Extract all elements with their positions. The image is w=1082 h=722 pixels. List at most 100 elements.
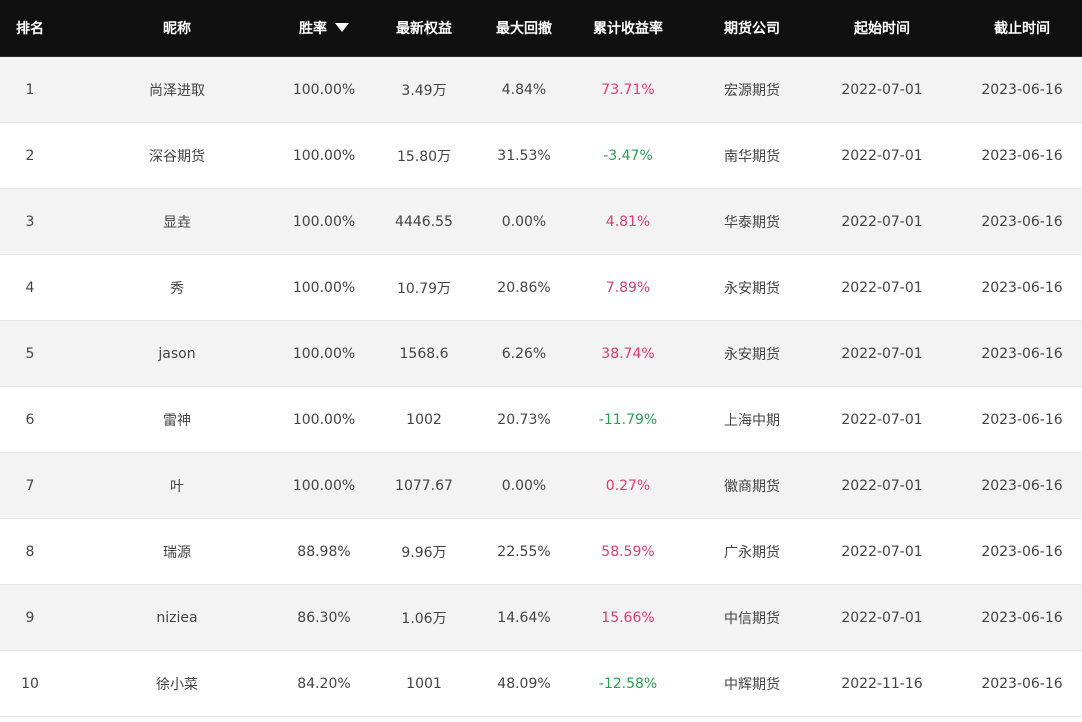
- cell-cumulative-return: 0.27%: [605, 477, 651, 494]
- cell-win-rate: 84.20%: [297, 675, 351, 692]
- cell-win-rate: 100.00%: [292, 411, 356, 428]
- cell-broker: 永安期货: [724, 346, 780, 363]
- cell-end-time: 2023-06-16: [981, 543, 1063, 560]
- cell-cumulative-return: -12.58%: [598, 675, 658, 692]
- cell-cumulative-return: 73.71%: [601, 81, 655, 98]
- cell-nickname[interactable]: 雷神: [60, 410, 294, 430]
- header-equity[interactable]: 最新权益: [354, 18, 494, 38]
- header-broker-label: 期货公司: [724, 21, 780, 37]
- cell-rank: 7: [25, 477, 35, 494]
- cell-rank: 1: [25, 81, 35, 98]
- cell-equity: 4446.55: [395, 213, 453, 230]
- cell-win-rate: 100.00%: [292, 477, 356, 494]
- cell-start-time: 2022-07-01: [841, 213, 923, 230]
- table-row[interactable]: 10 徐小菜 84.20% 1001 48.09% -12.58% 中辉期货 2…: [0, 651, 1082, 717]
- cell-cumulative-return: 4.81%: [605, 213, 651, 230]
- cell-equity: 3.49万: [401, 82, 447, 99]
- table-row[interactable]: 6 雷神 100.00% 1002 20.73% -11.79% 上海中期 20…: [0, 387, 1082, 453]
- cell-cumulative-return: -11.79%: [598, 411, 658, 428]
- cell-end-time: 2023-06-16: [981, 477, 1063, 494]
- cell-start-time: 2022-07-01: [841, 477, 923, 494]
- table-body: 1 尚泽进取 100.00% 3.49万 4.84% 73.71% 宏源期货 2…: [0, 57, 1082, 717]
- cell-broker: 永安期货: [724, 280, 780, 297]
- table-row[interactable]: 2 深谷期货 100.00% 15.80万 31.53% -3.47% 南华期货…: [0, 123, 1082, 189]
- cell-nickname[interactable]: 深谷期货: [60, 146, 294, 166]
- cell-equity: 1001: [406, 675, 442, 692]
- cell-start-time: 2022-07-01: [841, 411, 923, 428]
- cell-nickname[interactable]: niziea: [60, 610, 294, 626]
- cell-max-drawdown: 14.64%: [497, 609, 551, 626]
- header-win-rate[interactable]: 胜率: [294, 18, 354, 38]
- cell-start-time: 2022-11-16: [841, 675, 923, 692]
- cell-nickname[interactable]: 叶: [60, 476, 294, 496]
- cell-equity: 1568.6: [399, 345, 449, 362]
- cell-broker: 南华期货: [724, 148, 780, 165]
- cell-equity: 1002: [406, 411, 442, 428]
- header-win-rate-label: 胜率: [299, 21, 327, 37]
- cell-max-drawdown: 0.00%: [501, 477, 547, 494]
- cell-broker: 宏源期货: [724, 82, 780, 99]
- cell-nickname[interactable]: 显垚: [60, 212, 294, 232]
- cell-cumulative-return: 38.74%: [601, 345, 655, 362]
- header-broker[interactable]: 期货公司: [702, 18, 802, 38]
- cell-rank: 3: [25, 213, 35, 230]
- header-start-time-label: 起始时间: [854, 21, 910, 37]
- cell-max-drawdown: 6.26%: [501, 345, 547, 362]
- cell-nickname[interactable]: 徐小菜: [60, 674, 294, 694]
- table-row[interactable]: 1 尚泽进取 100.00% 3.49万 4.84% 73.71% 宏源期货 2…: [0, 57, 1082, 123]
- table-row[interactable]: 3 显垚 100.00% 4446.55 0.00% 4.81% 华泰期货 20…: [0, 189, 1082, 255]
- cell-max-drawdown: 48.09%: [497, 675, 551, 692]
- header-nickname-label: 昵称: [163, 21, 191, 37]
- cell-max-drawdown: 22.55%: [497, 543, 551, 560]
- cell-rank: 5: [25, 345, 35, 362]
- cell-nickname[interactable]: 尚泽进取: [60, 80, 294, 100]
- cell-win-rate: 100.00%: [292, 345, 356, 362]
- header-cumulative-return[interactable]: 累计收益率: [554, 18, 702, 38]
- cell-equity: 1.06万: [401, 610, 447, 627]
- header-nickname[interactable]: 昵称: [60, 18, 294, 38]
- cell-win-rate: 88.98%: [297, 543, 351, 560]
- table-row[interactable]: 8 瑞源 88.98% 9.96万 22.55% 58.59% 广永期货 202…: [0, 519, 1082, 585]
- cell-end-time: 2023-06-16: [981, 411, 1063, 428]
- cell-win-rate: 100.00%: [292, 279, 356, 296]
- cell-max-drawdown: 4.84%: [501, 81, 547, 98]
- cell-broker: 上海中期: [724, 412, 780, 429]
- cell-start-time: 2022-07-01: [841, 81, 923, 98]
- cell-rank: 8: [25, 543, 35, 560]
- cell-win-rate: 100.00%: [292, 213, 356, 230]
- table-row[interactable]: 5 jason 100.00% 1568.6 6.26% 38.74% 永安期货…: [0, 321, 1082, 387]
- cell-rank: 10: [21, 675, 39, 692]
- cell-max-drawdown: 31.53%: [497, 147, 551, 164]
- cell-nickname[interactable]: 瑞源: [60, 542, 294, 562]
- cell-start-time: 2022-07-01: [841, 609, 923, 626]
- cell-start-time: 2022-07-01: [841, 543, 923, 560]
- cell-max-drawdown: 0.00%: [501, 213, 547, 230]
- cell-nickname[interactable]: jason: [60, 346, 294, 362]
- cell-broker: 华泰期货: [724, 214, 780, 231]
- header-cumulative-return-label: 累计收益率: [593, 21, 663, 37]
- cell-nickname[interactable]: 秀: [60, 278, 294, 298]
- cell-end-time: 2023-06-16: [981, 345, 1063, 362]
- table-row[interactable]: 7 叶 100.00% 1077.67 0.00% 0.27% 徽商期货 202…: [0, 453, 1082, 519]
- cell-cumulative-return: 58.59%: [601, 543, 655, 560]
- cell-equity: 9.96万: [401, 544, 447, 561]
- table-row[interactable]: 9 niziea 86.30% 1.06万 14.64% 15.66% 中信期货…: [0, 585, 1082, 651]
- header-end-time-label: 截止时间: [994, 21, 1050, 37]
- header-rank[interactable]: 排名: [0, 18, 60, 38]
- cell-start-time: 2022-07-01: [841, 279, 923, 296]
- ranking-table: 排名 昵称 胜率 最新权益 最大回撤 累计收益率 期货公司 起始时间 截止时间 …: [0, 0, 1082, 722]
- cell-end-time: 2023-06-16: [981, 675, 1063, 692]
- cell-cumulative-return: -3.47%: [603, 147, 653, 164]
- table-row[interactable]: 4 秀 100.00% 10.79万 20.86% 7.89% 永安期货 202…: [0, 255, 1082, 321]
- header-max-drawdown[interactable]: 最大回撤: [494, 18, 554, 38]
- cell-rank: 6: [25, 411, 35, 428]
- header-max-drawdown-label: 最大回撤: [496, 21, 552, 37]
- header-end-time[interactable]: 截止时间: [962, 18, 1082, 38]
- header-rank-label: 排名: [16, 21, 44, 37]
- cell-start-time: 2022-07-01: [841, 345, 923, 362]
- header-start-time[interactable]: 起始时间: [802, 18, 962, 38]
- caret-down-icon[interactable]: [335, 22, 349, 32]
- header-equity-label: 最新权益: [396, 21, 452, 37]
- cell-end-time: 2023-06-16: [981, 609, 1063, 626]
- cell-broker: 中辉期货: [724, 676, 780, 693]
